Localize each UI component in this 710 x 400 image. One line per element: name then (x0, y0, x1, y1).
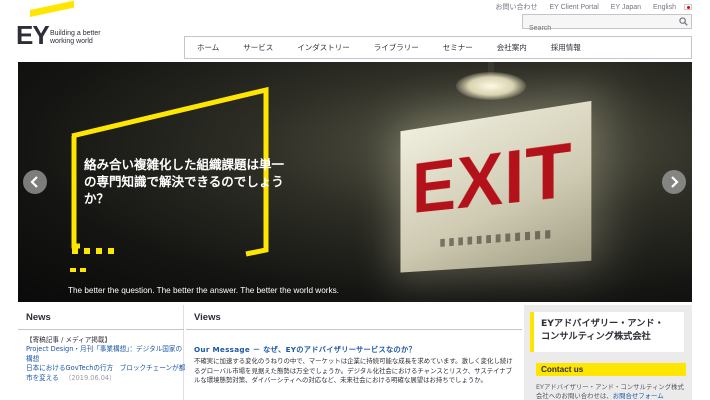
nav-item-seminars[interactable]: セミナー (443, 42, 473, 53)
news-item: 【寄稿記事 / メディア掲載】 Project Design・月刊「事業構想」：… (26, 336, 186, 383)
logo-tagline: Building a better working world (50, 30, 101, 46)
exit-sign-grille (440, 229, 556, 247)
carousel-next-button[interactable] (662, 170, 686, 194)
chevron-right-icon (671, 176, 679, 188)
company-name-line1: EYアドバイザリー・アンド・ (541, 318, 664, 329)
views-body-text: 不確実に加速する変化のうねりの中で、マーケットは企業に持続可能な成長を求めていま… (194, 357, 513, 384)
views-panel: Views Our Message － なぜ、EYのアドバイザリーサービスなのか… (186, 305, 522, 400)
news-divider (18, 329, 184, 330)
hero-tagline: The better the question. The better the … (68, 286, 339, 295)
news-category: 【寄稿記事 / メディア掲載】 (26, 336, 112, 344)
nav-item-careers[interactable]: 採用情報 (551, 42, 581, 53)
ey-logo[interactable]: EY Building a better working world (16, 0, 126, 50)
news-date: （2019.06.04） (64, 373, 116, 382)
news-panel: News 【寄稿記事 / メディア掲載】 Project Design・月刊「事… (18, 305, 186, 400)
carousel-prev-button[interactable] (23, 170, 47, 194)
logo-tagline-line2: working world (50, 38, 93, 45)
nav-item-services[interactable]: サービス (243, 42, 273, 53)
nav-item-about[interactable]: 会社案内 (497, 42, 527, 53)
utility-link-client-portal[interactable]: EY Client Portal (550, 4, 599, 11)
ceiling-lamp-glow (456, 72, 526, 100)
company-sidebar: EYアドバイザリー・アンド・ コンサルティング株式会社 Contact us E… (524, 305, 692, 400)
japan-flag-icon[interactable] (684, 4, 692, 10)
utility-link-ey-japan[interactable]: EY Japan (611, 4, 641, 11)
contact-form-link[interactable]: お問合せフォーム (613, 392, 664, 400)
exit-sign-image: EXIT (400, 100, 592, 273)
logo-beam-icon (30, 0, 74, 18)
utility-link-contact[interactable]: お問い合わせ (496, 2, 538, 12)
company-name-card[interactable]: EYアドバイザリー・アンド・ コンサルティング株式会社 (530, 312, 684, 352)
views-title: Views (194, 312, 221, 323)
search-box (522, 14, 692, 35)
nav-item-home[interactable]: ホーム (197, 42, 219, 53)
nav-item-library[interactable]: ライブラリー (374, 42, 419, 53)
exit-sign-text: EXIT (412, 125, 573, 229)
company-name-line2: コンサルティング株式会社 (541, 330, 651, 342)
news-title: News (26, 312, 51, 323)
utility-link-english[interactable]: English (653, 4, 676, 11)
news-link-1[interactable]: Project Design・月刊「事業構想」：デジタル国家の構想 (26, 345, 186, 364)
nav-item-industries[interactable]: インダストリー (297, 42, 350, 53)
logo-tagline-line1: Building a better (50, 30, 101, 37)
hero-carousel[interactable]: EXIT 絡み合い複雑化した組織課題は単一の専門知識で解決できるのでしょうか？ … (18, 62, 692, 302)
main-nav: ホーム サービス インダストリー ライブラリー セミナー 会社案内 採用情報 (184, 36, 692, 59)
search-input[interactable] (523, 22, 673, 35)
views-divider (186, 329, 522, 330)
logo-mark: EY (16, 20, 50, 50)
utility-links: お問い合わせ EY Client Portal EY Japan English (484, 2, 692, 12)
contact-us-button[interactable]: Contact us (536, 363, 686, 376)
search-icon[interactable] (679, 17, 688, 26)
views-heading-link[interactable]: Our Message － なぜ、EYのアドバイザリーサービスなのか？ (194, 345, 416, 355)
hero-headline[interactable]: 絡み合い複雑化した組織課題は単一の専門知識で解決できるのでしょうか？ (84, 156, 294, 207)
contact-description: EYアドバイザリー・アンド・コンサルティング株式会社へのお問い合わせは、お問合せ… (536, 383, 690, 400)
chevron-left-icon (30, 176, 38, 188)
